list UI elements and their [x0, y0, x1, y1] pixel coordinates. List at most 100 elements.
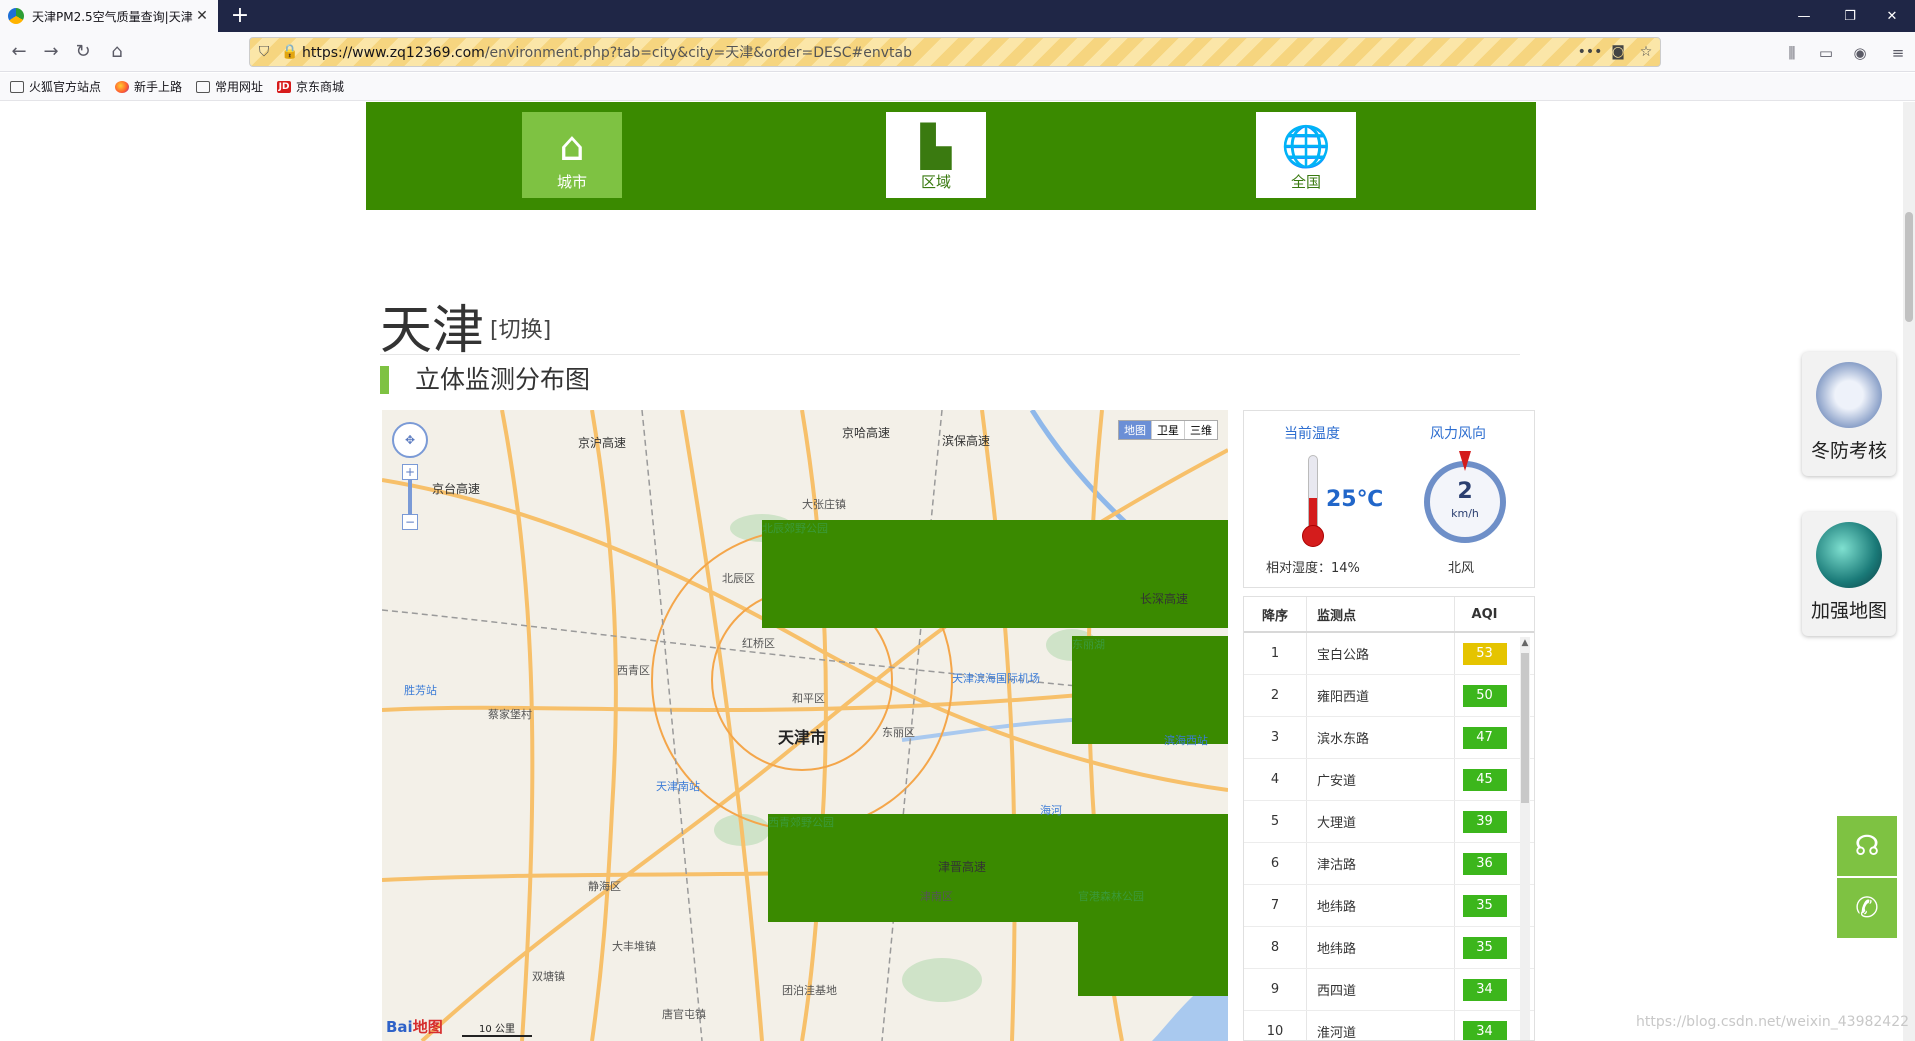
table-row[interactable]: 3 滨水东路 47	[1244, 717, 1534, 759]
winter-defense-widget[interactable]: 冬防考核	[1802, 352, 1896, 476]
aqi-badge: 53	[1462, 642, 1507, 665]
rank-cell: 7	[1270, 898, 1280, 913]
menu-icon[interactable]: ≡	[1888, 43, 1908, 63]
table-body: 1 宝白公路 53 2 雍阳西道 50 3 滨水东路 47 4 广安道 45 5 大理道 39 6 津沽路 36 7…	[1244, 633, 1534, 1040]
map-label: 团泊洼基地	[782, 984, 837, 997]
phone-icon: ✆	[1855, 891, 1879, 924]
browser-tab[interactable]: 天津PM2.5空气质量查询|天津 ✕	[0, 0, 218, 32]
rank-cell: 3	[1270, 730, 1280, 745]
map-type-satellite[interactable]: 卫星	[1152, 421, 1185, 439]
globe-icon	[1816, 522, 1882, 588]
zoom-out-button[interactable]: −	[402, 514, 418, 530]
close-tab-icon[interactable]: ✕	[194, 8, 210, 24]
folder-icon	[196, 80, 211, 93]
url-path: /environment.php?tab=city&city=天津&order=…	[484, 45, 913, 61]
aqi-badge: 34	[1462, 978, 1507, 1001]
monitoring-map[interactable]: ✥ + − 地图 卫星 三维 京沪高速 京哈高速 滨保高速 京台高速 北辰郊野公…	[382, 410, 1228, 1041]
map-label: 官港森林公园	[1078, 888, 1228, 996]
page-scroll-thumb[interactable]	[1905, 212, 1913, 322]
bookmark-item[interactable]: 新手上路	[115, 78, 182, 95]
nav-tile-region[interactable]: ▙ 区域	[886, 112, 986, 198]
new-tab-button[interactable]: +	[228, 4, 252, 28]
map-label: 津晋高速	[938, 860, 987, 874]
aqi-badge: 36	[1462, 852, 1507, 875]
nav-tile-label: 区域	[920, 173, 951, 191]
table-row[interactable]: 10 淮河道 34	[1244, 1011, 1534, 1040]
table-row[interactable]: 4 广安道 45	[1244, 759, 1534, 801]
house-hand-icon: ⌂	[559, 124, 585, 170]
aqi-badge: 35	[1462, 936, 1507, 959]
folder-icon	[10, 80, 24, 93]
map-label: 和平区	[792, 692, 825, 705]
table-row[interactable]: 2 雍阳西道 50	[1244, 675, 1534, 717]
map-label: 京台高速	[432, 482, 481, 496]
url-text[interactable]: https://www.zq12369.com/environment.php?…	[302, 42, 1576, 62]
library-icon[interactable]: ⫼	[1782, 43, 1802, 63]
phone-button[interactable]: ✆	[1837, 878, 1897, 938]
account-icon[interactable]: ◉	[1850, 43, 1870, 63]
wind-unit: km/h	[1451, 507, 1479, 520]
map-center-label: 天津市	[778, 728, 827, 747]
bookmark-star-icon[interactable]: ☆	[1632, 44, 1660, 60]
temperature-value: 25℃	[1326, 487, 1384, 512]
map-type-3d[interactable]: 三维	[1185, 421, 1217, 439]
scroll-up-icon[interactable]: ▲	[1520, 637, 1530, 649]
nav-tile-city[interactable]: ⌂ 城市	[522, 112, 622, 198]
switch-city-link[interactable]: [切换]	[490, 312, 551, 344]
table-header: 降序 监测点 AQI	[1244, 597, 1534, 633]
scroll-thumb[interactable]	[1521, 653, 1529, 803]
site-cell: 广安道	[1306, 759, 1454, 800]
back-button[interactable]: ←	[6, 39, 32, 65]
aqi-cell: 36	[1454, 843, 1514, 884]
close-window-button[interactable]: ✕	[1869, 0, 1915, 32]
bookmark-item[interactable]: JD 京东商城	[277, 78, 344, 95]
section-title: 立体监测分布图	[380, 366, 590, 394]
bookmark-item[interactable]: 火狐官方站点	[10, 78, 101, 95]
map-zoom-control[interactable]: ✥ + −	[392, 422, 428, 532]
map-pan-control[interactable]: ✥	[392, 422, 428, 458]
aqi-cell: 34	[1454, 969, 1514, 1010]
bookmark-item[interactable]: 常用网址	[196, 78, 263, 95]
table-scrollbar[interactable]: ▲	[1520, 637, 1530, 1040]
map-type-map[interactable]: 地图	[1119, 421, 1152, 439]
forward-button[interactable]: →	[38, 39, 64, 65]
navigation-toolbar: ← → ↻ ⌂ ⛉ 🔒 https://www.zq12369.com/envi…	[0, 32, 1915, 72]
wind-direction: 北风	[1448, 561, 1475, 576]
aqi-cell: 34	[1454, 1011, 1514, 1040]
sidebar-icon[interactable]: ▭	[1816, 43, 1836, 63]
lock-icon[interactable]: 🔒	[278, 44, 302, 60]
zoom-in-button[interactable]: +	[402, 464, 418, 480]
table-row[interactable]: 5 大理道 39	[1244, 801, 1534, 843]
rank-cell: 4	[1270, 772, 1280, 787]
map-label: 红桥区	[742, 637, 775, 650]
nav-tile-country[interactable]: 🌐 全国	[1256, 112, 1356, 198]
sort-order-header[interactable]: 降序	[1244, 605, 1306, 624]
map-label: 唐官屯镇	[662, 1008, 706, 1021]
site-cell: 滨水东路	[1306, 717, 1454, 758]
table-row[interactable]: 9 西四道 34	[1244, 969, 1534, 1011]
address-bar[interactable]: ⛉ 🔒 https://www.zq12369.com/environment.…	[249, 37, 1661, 67]
site-cell: 淮河道	[1306, 1011, 1454, 1040]
map-label: 蔡家堡村	[488, 708, 532, 721]
tracking-shield-icon[interactable]: ⛉	[250, 44, 278, 60]
home-button[interactable]: ⌂	[104, 39, 130, 65]
restore-button[interactable]: ❐	[1827, 0, 1873, 32]
map-label: 滨保高速	[942, 434, 991, 448]
page-scrollbar[interactable]	[1903, 102, 1915, 1041]
page-actions-icon[interactable]: •••	[1576, 44, 1604, 60]
wind-label: 风力风向	[1430, 426, 1486, 442]
table-row[interactable]: 7 地纬路 35	[1244, 885, 1534, 927]
table-row[interactable]: 6 津沽路 36	[1244, 843, 1534, 885]
reload-button[interactable]: ↻	[70, 39, 96, 65]
temp-label: 当前温度	[1284, 426, 1340, 442]
table-row[interactable]: 8 地纬路 35	[1244, 927, 1534, 969]
enhanced-map-widget[interactable]: 加强地图	[1802, 512, 1896, 636]
customer-service-button[interactable]: ☊	[1837, 816, 1897, 876]
minimize-button[interactable]: —	[1781, 0, 1827, 32]
table-row[interactable]: 1 宝白公路 53	[1244, 633, 1534, 675]
rank-cell: 8	[1270, 940, 1280, 955]
zoom-slider[interactable]	[408, 480, 412, 514]
map-label: 北辰区	[722, 572, 755, 585]
pocket-icon[interactable]: ◙	[1604, 44, 1632, 60]
tab-title: 天津PM2.5空气质量查询|天津	[32, 9, 193, 24]
